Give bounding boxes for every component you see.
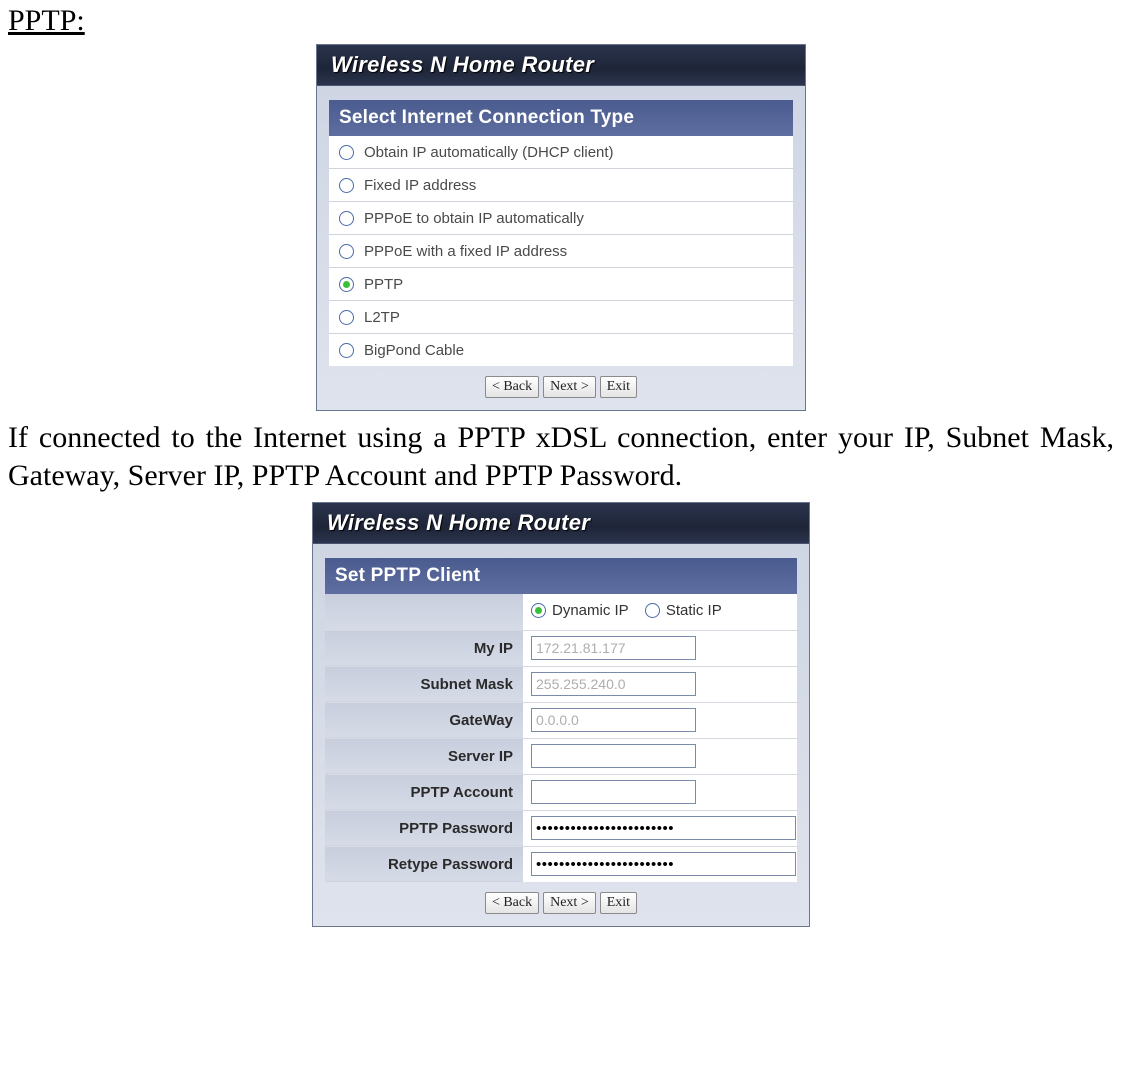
ip-mode-static-label: Static IP: [666, 602, 722, 619]
next-button[interactable]: Next >: [543, 376, 596, 398]
back-button[interactable]: < Back: [485, 892, 539, 914]
next-button[interactable]: Next >: [543, 892, 596, 914]
option-pptp[interactable]: PPTP: [329, 268, 793, 301]
pptp-account-label: PPTP Account: [325, 774, 523, 810]
radio-icon: [339, 145, 354, 160]
retype-password-input[interactable]: [531, 852, 796, 876]
option-label: Fixed IP address: [364, 177, 476, 194]
radio-icon: [531, 603, 546, 618]
radio-icon: [645, 603, 660, 618]
router-panel-pptp-client: Wireless N Home Router Set PPTP Client D…: [312, 502, 810, 927]
brand-bar: Wireless N Home Router: [313, 503, 809, 544]
radio-icon: [339, 244, 354, 259]
my-ip-input[interactable]: [531, 636, 696, 660]
option-pppoe-auto[interactable]: PPPoE to obtain IP automatically: [329, 202, 793, 235]
gateway-label: GateWay: [325, 702, 523, 738]
option-label: PPTP: [364, 276, 403, 293]
retype-password-label: Retype Password: [325, 846, 523, 882]
server-ip-input[interactable]: [531, 744, 696, 768]
exit-button[interactable]: Exit: [600, 376, 637, 398]
section-title-select-connection: Select Internet Connection Type: [329, 100, 793, 136]
option-pppoe-fixed[interactable]: PPPoE with a fixed IP address: [329, 235, 793, 268]
brand-bar: Wireless N Home Router: [317, 45, 805, 86]
option-label: PPPoE to obtain IP automatically: [364, 210, 584, 227]
connection-type-list: Obtain IP automatically (DHCP client) Fi…: [329, 136, 793, 366]
radio-icon: [339, 178, 354, 193]
option-bigpond[interactable]: BigPond Cable: [329, 334, 793, 366]
option-label: PPPoE with a fixed IP address: [364, 243, 567, 260]
section-title-set-pptp: Set PPTP Client: [325, 558, 797, 594]
subnet-mask-input[interactable]: [531, 672, 696, 696]
option-label: Obtain IP automatically (DHCP client): [364, 144, 614, 161]
option-l2tp[interactable]: L2TP: [329, 301, 793, 334]
pptp-password-label: PPTP Password: [325, 810, 523, 846]
option-label: BigPond Cable: [364, 342, 464, 359]
exit-button[interactable]: Exit: [600, 892, 637, 914]
ip-mode-dynamic-label: Dynamic IP: [552, 602, 629, 619]
ip-mode-label-cell: [325, 594, 523, 630]
pptp-account-input[interactable]: [531, 780, 696, 804]
radio-icon: [339, 211, 354, 226]
gateway-input[interactable]: [531, 708, 696, 732]
subnet-mask-label: Subnet Mask: [325, 666, 523, 702]
option-fixed-ip[interactable]: Fixed IP address: [329, 169, 793, 202]
radio-icon: [339, 310, 354, 325]
radio-icon: [339, 343, 354, 358]
option-label: L2TP: [364, 309, 400, 326]
option-dhcp[interactable]: Obtain IP automatically (DHCP client): [329, 136, 793, 169]
server-ip-label: Server IP: [325, 738, 523, 774]
ip-mode-dynamic[interactable]: Dynamic IP: [531, 602, 629, 619]
pptp-password-input[interactable]: [531, 816, 796, 840]
radio-icon: [339, 277, 354, 292]
my-ip-label: My IP: [325, 630, 523, 666]
doc-paragraph-pptp-instructions: If connected to the Internet using a PPT…: [8, 419, 1114, 494]
ip-mode-static[interactable]: Static IP: [645, 602, 722, 619]
doc-heading-pptp: PPTP:: [8, 4, 1114, 38]
router-panel-connection-type: Wireless N Home Router Select Internet C…: [316, 44, 806, 411]
back-button[interactable]: < Back: [485, 376, 539, 398]
